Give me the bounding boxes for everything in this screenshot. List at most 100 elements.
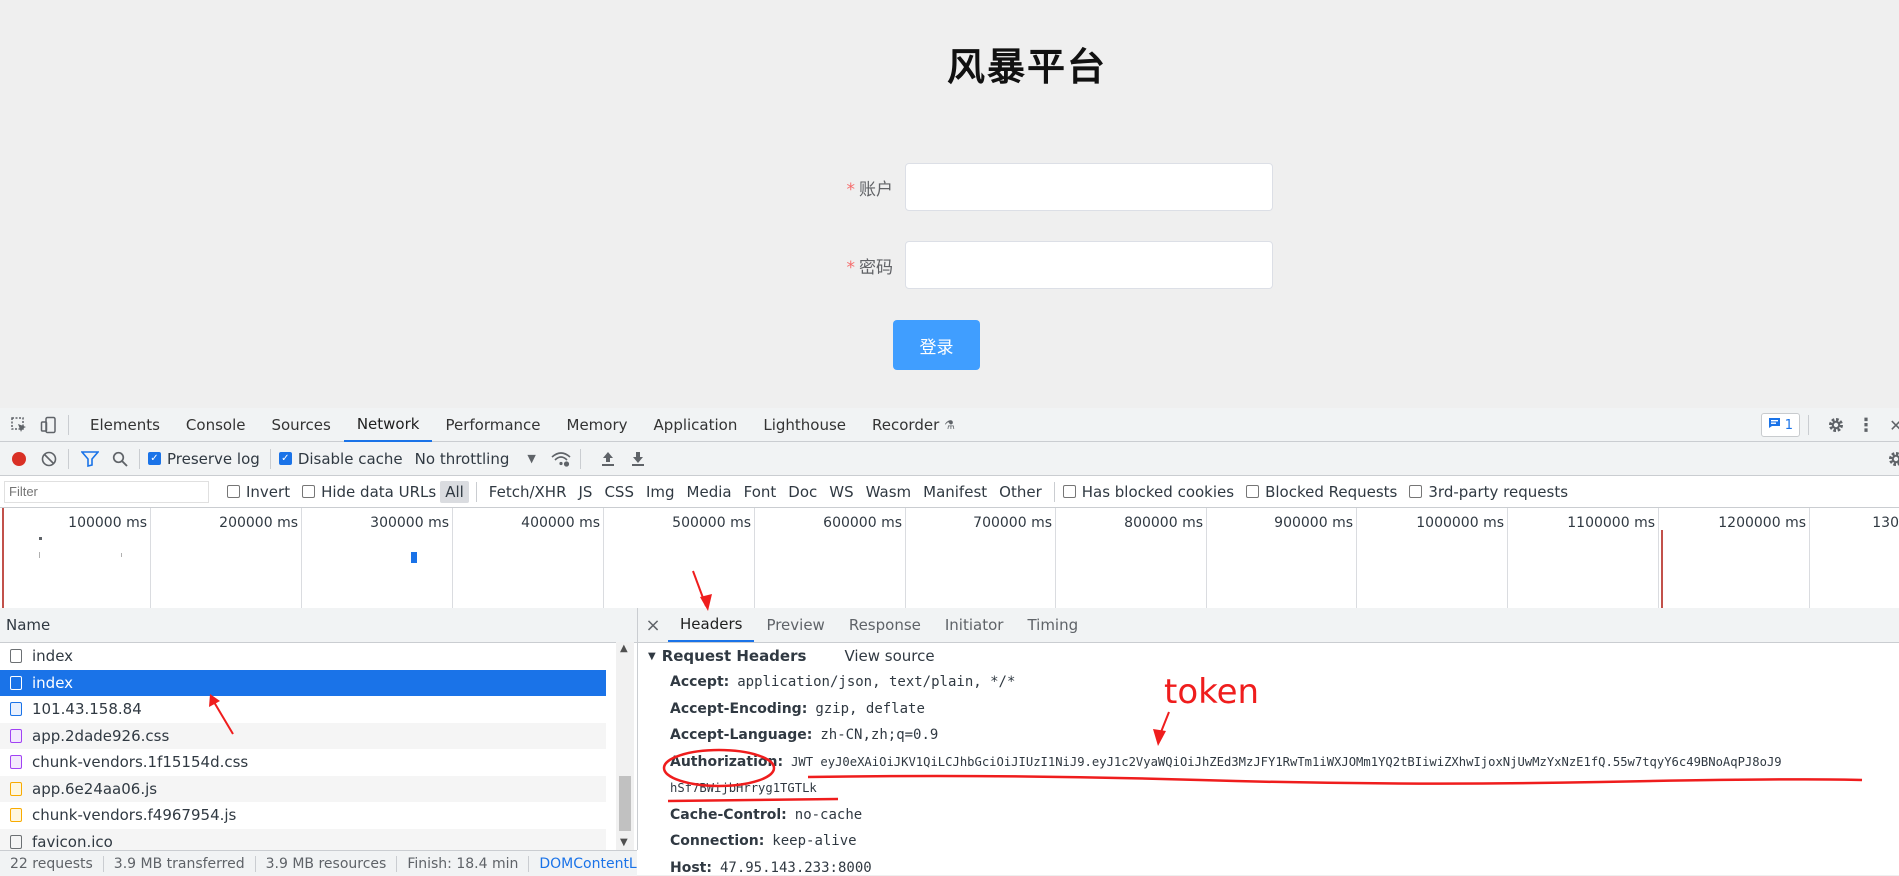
header-authorization-continued: hSf7BWijbHrryg1TGTLk [638, 775, 1899, 802]
resources-size: 3.9 MB resources [256, 856, 398, 872]
filter-icon[interactable] [79, 448, 101, 470]
search-icon[interactable] [109, 448, 131, 470]
timeline-tick-label: 1200000 ms [1718, 515, 1810, 531]
request-row-index-selected[interactable]: index [0, 670, 606, 697]
checkbox-unchecked-icon [1409, 485, 1422, 498]
tab-headers[interactable]: Headers [668, 608, 754, 642]
tab-memory[interactable]: Memory [554, 408, 641, 442]
network-settings-gear-icon[interactable] [1885, 448, 1899, 470]
tab-network[interactable]: Network [344, 408, 433, 442]
required-mark: * [847, 180, 856, 200]
third-party-requests-checkbox[interactable]: 3rd-party requests [1409, 483, 1568, 501]
view-source-link[interactable]: View source [844, 647, 934, 665]
checkbox-unchecked-icon [227, 485, 240, 498]
divider [580, 449, 581, 469]
request-row-app-js[interactable]: app.6e24aa06.js [0, 776, 606, 803]
tab-console[interactable]: Console [173, 408, 259, 442]
password-input[interactable] [905, 241, 1273, 289]
generic-file-icon [10, 835, 22, 849]
tab-lighthouse[interactable]: Lighthouse [750, 408, 859, 442]
clear-icon[interactable] [38, 448, 60, 470]
invert-checkbox[interactable]: Invert [227, 483, 290, 501]
tab-timing[interactable]: Timing [1015, 608, 1090, 642]
preserve-log-checkbox[interactable]: ✓ Preserve log [148, 450, 260, 468]
scroll-down-icon[interactable]: ▼ [620, 837, 628, 848]
timeline-tick: 100000 ms [150, 508, 151, 608]
divider [68, 449, 69, 469]
password-label-text: 密码 [859, 258, 893, 278]
request-row-index[interactable]: index [0, 643, 606, 670]
requests-count: 22 requests [0, 856, 104, 872]
name-column-header[interactable]: Name [0, 608, 637, 643]
hide-data-urls-checkbox[interactable]: Hide data URLs [302, 483, 436, 501]
filter-type-doc[interactable]: Doc [783, 481, 822, 503]
login-button[interactable]: 登录 [893, 320, 980, 370]
third-party-requests-label: 3rd-party requests [1428, 483, 1568, 501]
password-row: *密码 [800, 240, 1273, 290]
request-row-vendors-js[interactable]: chunk-vendors.f4967954.js [0, 802, 606, 829]
account-input[interactable] [905, 163, 1273, 211]
tab-preview[interactable]: Preview [754, 608, 836, 642]
filter-type-other[interactable]: Other [994, 481, 1047, 503]
timeline-dot [39, 537, 42, 540]
checkbox-unchecked-icon [302, 485, 315, 498]
devtools-right-tools: 1 ⋮ ✕ [1761, 408, 1899, 442]
css-file-icon [10, 755, 22, 769]
filter-input[interactable] [4, 481, 209, 503]
filter-type-font[interactable]: Font [739, 481, 782, 503]
issues-badge[interactable]: 1 [1761, 413, 1800, 437]
filter-type-fetch-xhr[interactable]: Fetch/XHR [484, 481, 572, 503]
filter-type-wasm[interactable]: Wasm [861, 481, 917, 503]
request-row-app-css[interactable]: app.2dade926.css [0, 723, 606, 750]
more-options-icon[interactable]: ⋮ [1855, 414, 1877, 436]
timeline-tick: 200000 ms [301, 508, 302, 608]
css-file-icon [10, 729, 22, 743]
scrollbar-thumb[interactable] [619, 776, 631, 831]
header-host: Host:47.95.143.233:8000 [638, 855, 1899, 876]
tab-performance[interactable]: Performance [432, 408, 553, 442]
tab-recorder-label: Recorder [872, 416, 939, 434]
timeline-tick-label: 500000 ms [672, 515, 755, 531]
filter-bar: Invert Hide data URLs All Fetch/XHR JS C… [0, 476, 1899, 508]
network-conditions-icon[interactable] [550, 448, 572, 470]
request-headers-section[interactable]: ▼ Request Headers View source [638, 643, 1899, 669]
throttling-select[interactable]: No throttling ▼ [415, 450, 536, 468]
device-toolbar-icon[interactable] [38, 414, 60, 436]
header-name: Connection: [670, 828, 764, 855]
account-label-text: 账户 [859, 180, 893, 200]
export-har-icon[interactable] [627, 448, 649, 470]
scroll-up-icon[interactable]: ▲ [620, 643, 628, 654]
tab-recorder[interactable]: Recorder ⚗ [859, 408, 968, 442]
blocked-requests-checkbox[interactable]: Blocked Requests [1246, 483, 1397, 501]
gear-icon[interactable] [1825, 414, 1847, 436]
network-timeline-overview[interactable]: 100000 ms 200000 ms 300000 ms 400000 ms … [0, 508, 1899, 609]
import-har-icon[interactable] [597, 448, 619, 470]
request-row-document[interactable]: 101.43.158.84 [0, 696, 606, 723]
filter-type-media[interactable]: Media [682, 481, 737, 503]
has-blocked-cookies-checkbox[interactable]: Has blocked cookies [1063, 483, 1234, 501]
filter-type-js[interactable]: JS [574, 481, 598, 503]
filter-type-manifest[interactable]: Manifest [918, 481, 992, 503]
tab-elements[interactable]: Elements [77, 408, 173, 442]
filter-type-img[interactable]: Img [641, 481, 680, 503]
close-devtools-icon[interactable]: ✕ [1885, 414, 1899, 436]
finish-time: Finish: 18.4 min [397, 856, 529, 872]
close-icon[interactable]: × [638, 615, 668, 636]
request-list-scrollbar[interactable]: ▲ ▼ [616, 642, 634, 850]
record-icon[interactable] [8, 448, 30, 470]
header-authorization: Authorization:JWT eyJ0eXAiOiJKV1QiLCJhbG… [638, 749, 1899, 776]
request-row-vendors-css[interactable]: chunk-vendors.1f15154d.css [0, 749, 606, 776]
timeline-tick: 1100000 ms [1658, 508, 1659, 608]
filter-type-css[interactable]: CSS [599, 481, 639, 503]
tab-response[interactable]: Response [837, 608, 933, 642]
inspect-element-icon[interactable] [8, 414, 30, 436]
xhr-file-icon [10, 676, 22, 690]
tab-application[interactable]: Application [641, 408, 751, 442]
disable-cache-checkbox[interactable]: ✓ Disable cache [279, 450, 403, 468]
timeline-dot [121, 553, 122, 557]
tab-sources[interactable]: Sources [258, 408, 343, 442]
tab-initiator[interactable]: Initiator [933, 608, 1016, 642]
filter-type-ws[interactable]: WS [824, 481, 858, 503]
filter-type-all[interactable]: All [440, 481, 469, 503]
timeline-tick: 1200000 ms [1809, 508, 1810, 608]
